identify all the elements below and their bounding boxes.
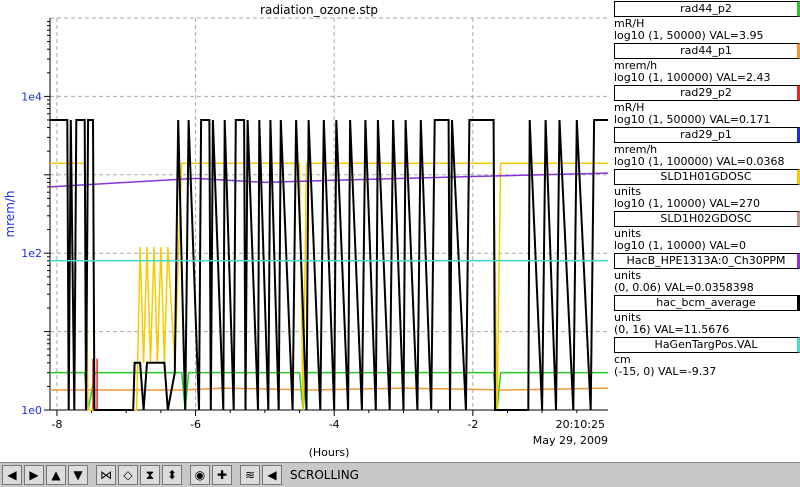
legend-entry-title[interactable]: rad29_p1 <box>614 127 800 143</box>
chart-svg: radiation_ozone.stp 1e0 1e2 1e4 -8 -6 -4 -2 20:1… <box>3 3 609 459</box>
legend-entry-title[interactable]: rad44_p1 <box>614 43 800 59</box>
legend-entry-range: log10 (1, 50000) VAL=3.95 <box>614 29 764 42</box>
y-tick-label: 1e0 <box>21 404 42 417</box>
add-icon: ✚ <box>216 468 228 482</box>
scroll-down-icon: ▼ <box>73 468 83 482</box>
zoom-in-y-icon: ⧗ <box>145 467 155 482</box>
scroll-up-icon: ▲ <box>51 468 61 482</box>
status-label: SCROLLING <box>290 468 359 482</box>
chart-title: radiation_ozone.stp <box>260 3 378 17</box>
legend-entry-range: log10 (1, 10000) VAL=270 <box>614 197 761 210</box>
legend-entry-title[interactable]: SLD1H01GDOSC <box>614 169 800 185</box>
legend-entry-range: log10 (1, 100000) VAL=2.43 <box>614 71 771 84</box>
scroll-left-button[interactable]: ◀ <box>2 465 22 485</box>
zoom-in-x-button[interactable]: ⋈ <box>96 465 116 485</box>
legend-entry-title[interactable]: hac_bcm_average <box>614 295 800 311</box>
chart-area: radiation_ozone.stp 1e0 1e2 1e4 -8 -6 -4 -2 20:1… <box>0 0 612 462</box>
legend-entry-title[interactable]: HacB_HPE1313A:0_Ch30PPM <box>614 253 800 269</box>
config-button[interactable]: ≋ <box>240 465 260 485</box>
toolbar: ◀ ▶ ▲ ▼ ⋈ ◇ ⧗ ⬍ ◉ ✚ ≋ ◀ SCROLLING <box>0 462 800 487</box>
auto-scale-icon: ◉ <box>194 468 206 482</box>
scroll-right-button[interactable]: ▶ <box>24 465 44 485</box>
legend-entry-range: log10 (1, 50000) VAL=0.171 <box>614 113 771 126</box>
zoom-out-x-icon: ◇ <box>123 468 133 482</box>
y-tick-label: 1e2 <box>21 247 42 260</box>
config-icon: ≋ <box>244 468 256 482</box>
x-axis-label: (Hours) <box>309 446 350 459</box>
legend-entry-title[interactable]: rad29_p2 <box>614 85 800 101</box>
series-line-hacb-hpe1313a-0-ch30ppm <box>49 172 609 188</box>
add-button[interactable]: ✚ <box>212 465 232 485</box>
x-tick-label: -6 <box>190 418 201 431</box>
pause-icon: ◀ <box>267 468 277 482</box>
x-end-time-label: 20:10:25 <box>556 418 605 431</box>
zoom-out-y-button[interactable]: ⬍ <box>162 465 182 485</box>
scroll-left-icon: ◀ <box>7 468 17 482</box>
auto-scale-button[interactable]: ◉ <box>190 465 210 485</box>
pause-button[interactable]: ◀ <box>262 465 282 485</box>
scroll-down-button[interactable]: ▼ <box>68 465 88 485</box>
legend-entry-title[interactable]: HaGenTargPos.VAL <box>614 337 800 353</box>
legend-entry-range: (0, 0.06) VAL=0.0358398 <box>614 281 754 294</box>
legend-entry-title[interactable]: rad44_p2 <box>614 1 800 17</box>
x-end-date-label: May 29, 2009 <box>533 434 608 447</box>
x-tick-label: -8 <box>51 418 62 431</box>
toolbar-buttons: ◀ ▶ ▲ ▼ ⋈ ◇ ⧗ ⬍ ◉ ✚ ≋ ◀ <box>0 465 282 485</box>
scroll-right-icon: ▶ <box>29 468 39 482</box>
y-tick-label: 1e4 <box>21 90 42 103</box>
x-tick-label: -2 <box>467 418 478 431</box>
zoom-in-x-icon: ⋈ <box>100 468 112 482</box>
legend-entry-range: (0, 16) VAL=11.5676 <box>614 323 730 336</box>
x-tick-label: -4 <box>329 418 340 431</box>
legend-entry-title[interactable]: SLD1H02GDOSC <box>614 211 800 227</box>
y-axis-label: mrem/h <box>3 190 17 237</box>
legend-entry-range: log10 (1, 100000) VAL=0.0368 <box>614 155 785 168</box>
legend-entry-range: (-15, 0) VAL=-9.37 <box>614 365 717 378</box>
legend-panel: rad44_p2 mR/H log10 (1, 50000) VAL=3.95 rad… <box>612 0 800 462</box>
legend-entry-range: log10 (1, 10000) VAL=0 <box>614 239 747 252</box>
zoom-out-x-button[interactable]: ◇ <box>118 465 138 485</box>
zoom-in-y-button[interactable]: ⧗ <box>140 465 160 485</box>
zoom-out-y-icon: ⬍ <box>166 468 178 482</box>
scroll-up-button[interactable]: ▲ <box>46 465 66 485</box>
